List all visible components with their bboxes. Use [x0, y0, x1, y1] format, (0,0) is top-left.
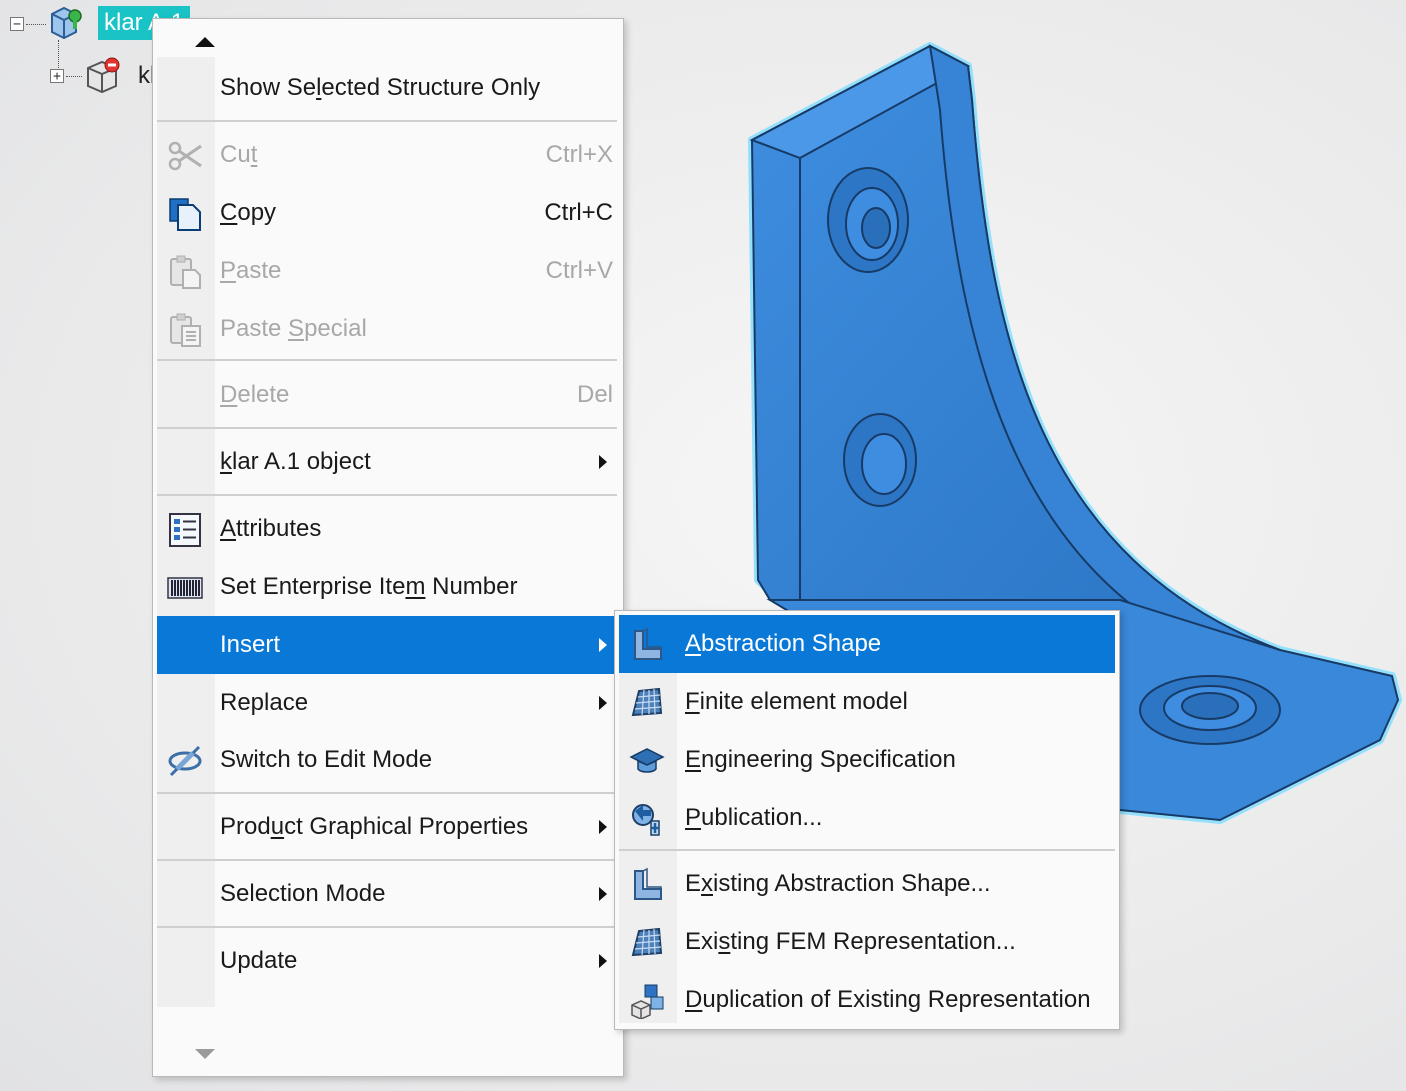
menu-item-label: Replace [220, 689, 309, 716]
menu-item-label: Selection Mode [220, 880, 386, 907]
menu-item-replace[interactable]: Replace [157, 674, 617, 732]
menu-item-paste[interactable]: Paste Ctrl+V [157, 242, 617, 300]
barcode-icon [167, 577, 203, 599]
scissors-icon [168, 141, 202, 171]
menu-item-klar-object[interactable]: klar A.1 object [157, 433, 617, 491]
insert-submenu: Abstraction Shape Finite element model E… [614, 610, 1120, 1030]
menu-item-set-enterprise-item-number[interactable]: Set Enterprise Item Number [157, 558, 617, 616]
menu-item-label: Attributes [220, 515, 322, 542]
menu-item-label: Existing FEM Representation... [685, 928, 1016, 955]
menu-item-attributes[interactable]: Attributes [157, 500, 617, 558]
menu-item-shortcut: Del [576, 381, 613, 408]
menu-item-label: Finite element model [685, 688, 908, 715]
submenu-arrow-icon [599, 820, 607, 834]
menu-item-label: Insert [220, 631, 281, 658]
menu-item-label: Copy [220, 199, 277, 226]
paste-icon [170, 255, 201, 289]
menu-item-switch-to-edit-mode[interactable]: Switch to Edit Mode [157, 731, 617, 789]
expand-child-toggle[interactable]: + [50, 69, 64, 83]
menu-item-label: Update [220, 947, 298, 974]
submenu-item-abstraction-shape[interactable]: Abstraction Shape [619, 615, 1115, 673]
scroll-down-arrow-icon[interactable] [193, 1045, 217, 1065]
menu-separator [157, 792, 617, 794]
menu-item-cut[interactable]: Cut Ctrl+X [157, 126, 617, 184]
abstraction-shape-icon [634, 627, 662, 660]
menu-item-selection-mode[interactable]: Selection Mode [157, 865, 617, 923]
menu-item-product-graphical-properties[interactable]: Product Graphical Properties [157, 798, 617, 856]
submenu-item-existing-abstraction-shape[interactable]: Existing Abstraction Shape... [619, 855, 1115, 913]
menu-item-label: Paste Special [220, 315, 367, 342]
menu-separator [157, 859, 617, 861]
submenu-item-finite-element-model[interactable]: Finite element model [619, 673, 1115, 731]
menu-separator [619, 849, 1115, 851]
menu-item-label: Delete [220, 381, 290, 408]
edit-mode-icon [168, 745, 202, 777]
menu-item-shortcut: Ctrl+X [545, 141, 613, 168]
fem-mesh-icon [631, 927, 663, 957]
graduation-cap-icon [629, 748, 665, 773]
menu-separator [157, 120, 617, 122]
menu-separator [157, 494, 617, 496]
submenu-item-existing-fem-representation[interactable]: Existing FEM Representation... [619, 913, 1115, 971]
menu-item-delete[interactable]: Delete Del [157, 366, 617, 424]
submenu-arrow-icon [599, 638, 607, 652]
menu-item-label: klar A.1 object [220, 448, 371, 475]
attributes-list-icon [169, 513, 201, 547]
collapse-root-toggle[interactable]: − [10, 17, 24, 31]
existing-abstraction-shape-icon [634, 867, 662, 900]
menu-item-label: Set Enterprise Item Number [220, 573, 518, 600]
menu-item-label: Paste [220, 257, 282, 284]
menu-separator [157, 427, 617, 429]
publication-icon [632, 804, 660, 836]
menu-item-label: Existing Abstraction Shape... [685, 870, 991, 897]
copy-icon [169, 198, 201, 231]
paste-special-icon [170, 313, 201, 347]
menu-item-copy[interactable]: Copy Ctrl+C [157, 184, 617, 242]
menu-item-label: Product Graphical Properties [220, 813, 529, 840]
menu-item-label: Cut [220, 141, 258, 168]
menu-item-show-selected-structure-only[interactable]: Show Selected Structure Only [157, 59, 617, 117]
menu-separator [157, 926, 617, 928]
menu-item-label: Switch to Edit Mode [220, 746, 433, 773]
context-menu: Show Selected Structure Only Cut Ctrl+X … [152, 18, 624, 1077]
menu-item-insert[interactable]: Insert [157, 616, 617, 674]
scroll-up-arrow-icon[interactable] [193, 31, 217, 51]
menu-item-label: Abstraction Shape [685, 630, 882, 657]
menu-item-update[interactable]: Update [157, 932, 617, 990]
submenu-arrow-icon [599, 887, 607, 901]
menu-item-shortcut: Ctrl+V [545, 257, 613, 284]
part-node-icon[interactable] [82, 54, 124, 96]
menu-item-paste-special[interactable]: Paste Special [157, 300, 617, 358]
submenu-item-engineering-specification[interactable]: Engineering Specification [619, 731, 1115, 789]
submenu-arrow-icon [599, 696, 607, 710]
menu-separator [157, 359, 617, 361]
menu-item-label: Show Selected Structure Only [220, 74, 541, 101]
menu-item-label: Publication... [685, 804, 823, 831]
fem-mesh-icon [631, 687, 663, 717]
submenu-item-duplication-of-existing-representation[interactable]: Duplication of Existing Representation [619, 971, 1115, 1029]
product-root-icon[interactable] [44, 2, 86, 44]
tree-connector [26, 24, 46, 25]
submenu-arrow-icon [599, 455, 607, 469]
menu-item-label: Duplication of Existing Representation [685, 986, 1091, 1013]
menu-item-label: Engineering Specification [685, 746, 956, 773]
duplicate-representation-icon [631, 984, 664, 1019]
menu-item-shortcut: Ctrl+C [544, 199, 613, 226]
tree-connector [66, 76, 82, 77]
submenu-item-publication[interactable]: Publication... [619, 789, 1115, 847]
submenu-arrow-icon [599, 954, 607, 968]
